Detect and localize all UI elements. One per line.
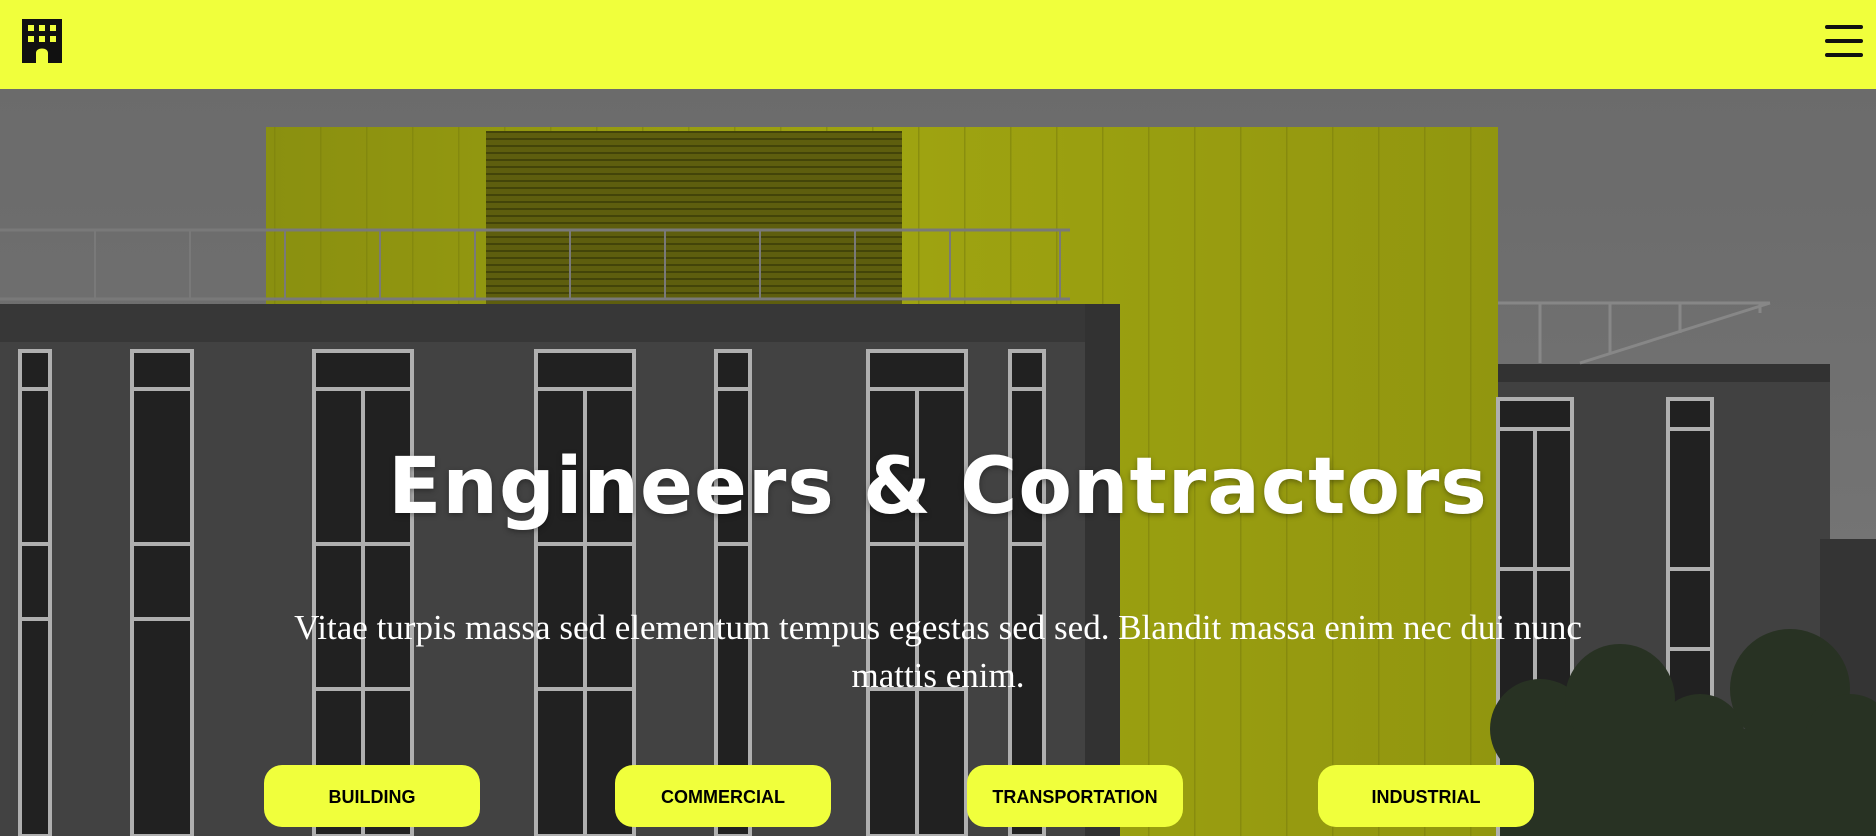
hero-title: Engineers & Contractors — [388, 442, 1488, 532]
hero-subtitle: Vitae turpis massa sed elementum tempus … — [294, 608, 1582, 695]
category-industrial-button[interactable]: INDUSTRIAL — [1318, 765, 1534, 827]
category-transportation-button[interactable]: TRANSPORTATION — [967, 765, 1183, 827]
category-commercial-button[interactable]: COMMERCIAL — [615, 765, 831, 827]
category-buttons: BUILDING COMMERCIAL TRANSPORTATION INDUS… — [0, 765, 1876, 827]
category-building-button[interactable]: BUILDING — [264, 765, 480, 827]
building-icon[interactable] — [20, 19, 64, 63]
hamburger-menu-icon[interactable] — [1824, 21, 1864, 61]
hero-section: Engineers & Contractors Vitae turpis mas… — [0, 89, 1876, 836]
top-navbar — [0, 0, 1876, 89]
